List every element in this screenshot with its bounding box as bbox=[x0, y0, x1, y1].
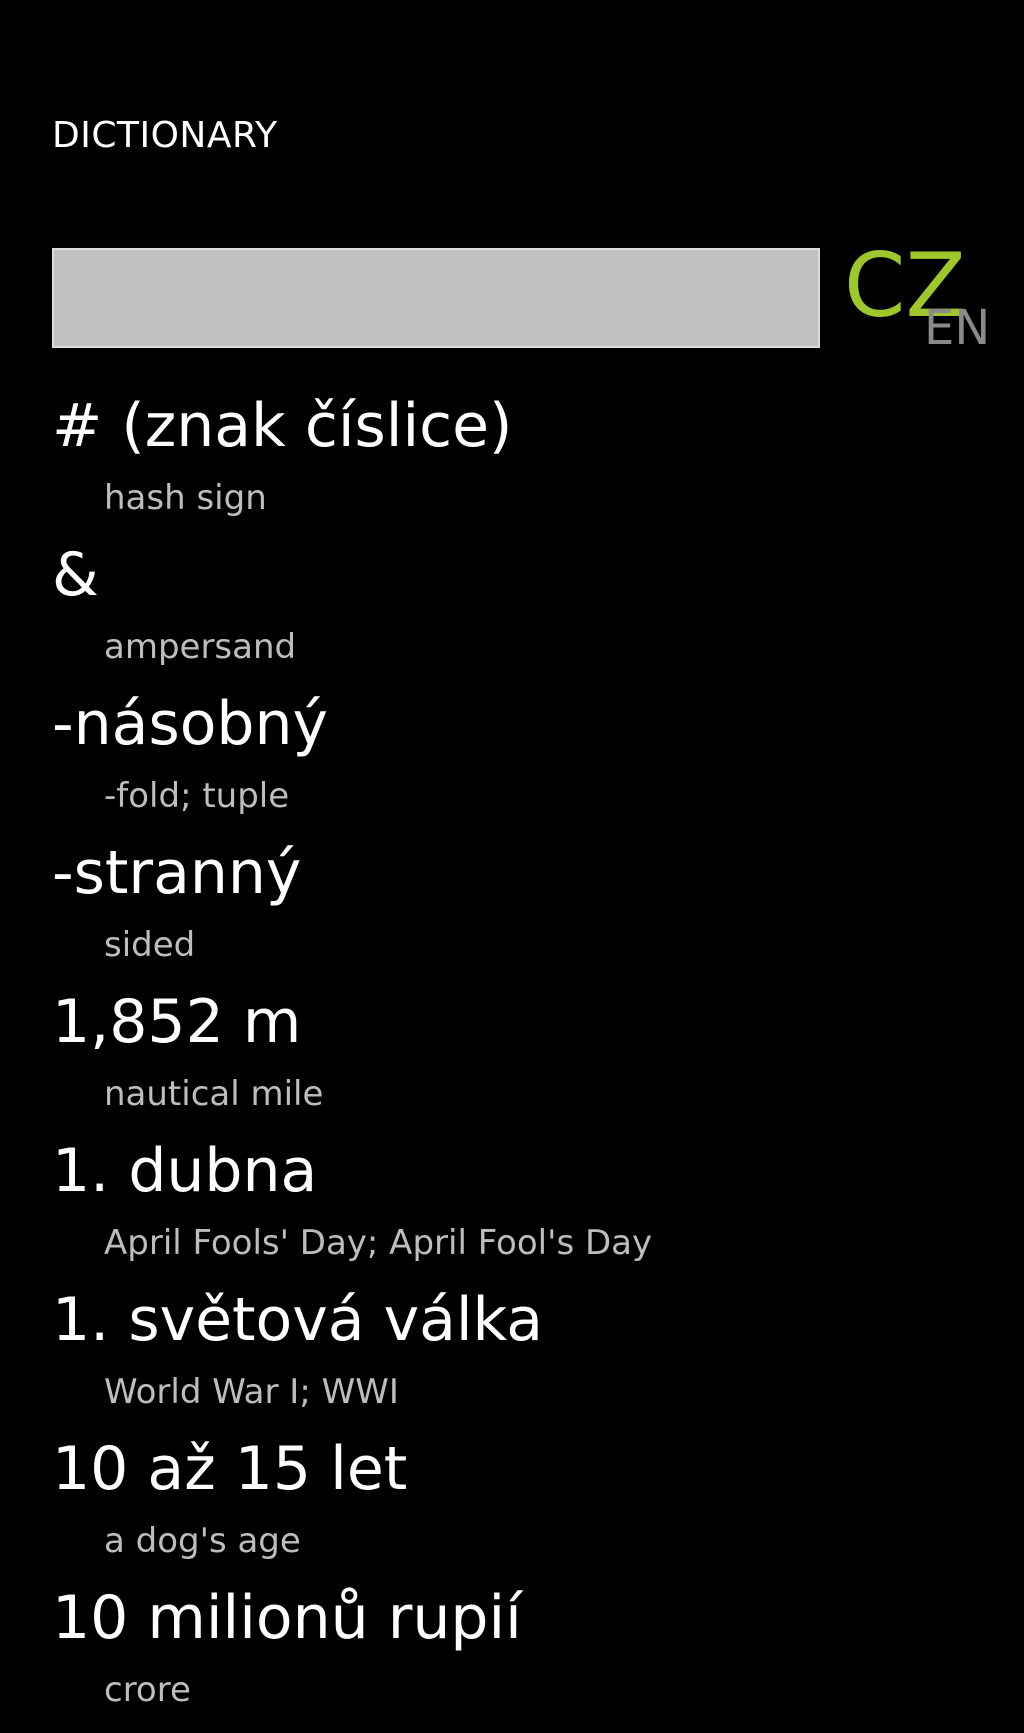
entry-translation: April Fools' Day; April Fool's Day bbox=[104, 1223, 653, 1263]
result-item[interactable]: 1. světová válka World War I; WWI bbox=[52, 1286, 992, 1435]
target-language-label: EN bbox=[924, 300, 991, 356]
result-item[interactable]: 10 až 15 let a dog's age bbox=[52, 1435, 992, 1584]
search-row: CZ EN bbox=[52, 242, 990, 352]
result-item[interactable]: 10 milionů rupií crore bbox=[52, 1584, 992, 1733]
results-list: # (znak číslice) hash sign & ampersand -… bbox=[52, 392, 992, 1733]
result-item[interactable]: # (znak číslice) hash sign bbox=[52, 392, 992, 541]
entry-translation: nautical mile bbox=[104, 1074, 324, 1114]
result-item[interactable]: -stranný sided bbox=[52, 839, 992, 988]
entry-term: 1,852 m bbox=[52, 987, 302, 1057]
entry-term: & bbox=[52, 540, 99, 610]
entry-term: -násobný bbox=[52, 689, 329, 759]
entry-translation: hash sign bbox=[104, 478, 267, 518]
entry-translation: sided bbox=[104, 925, 196, 965]
entry-term: # (znak číslice) bbox=[52, 391, 513, 461]
entry-term: 1. dubna bbox=[52, 1136, 318, 1206]
language-toggle[interactable]: CZ EN bbox=[844, 242, 994, 362]
result-item[interactable]: 1. dubna April Fools' Day; April Fool's … bbox=[52, 1137, 992, 1286]
result-item[interactable]: -násobný -fold; tuple bbox=[52, 690, 992, 839]
result-item[interactable]: 1,852 m nautical mile bbox=[52, 988, 992, 1137]
entry-term: -stranný bbox=[52, 838, 302, 908]
result-item[interactable]: & ampersand bbox=[52, 541, 992, 690]
entry-term: 1. světová válka bbox=[52, 1285, 543, 1355]
entry-translation: crore bbox=[104, 1670, 191, 1710]
entry-term: 10 až 15 let bbox=[52, 1434, 408, 1504]
entry-translation: World War I; WWI bbox=[104, 1372, 399, 1412]
entry-translation: -fold; tuple bbox=[104, 776, 290, 816]
app-title: DICTIONARY bbox=[52, 115, 278, 156]
search-input[interactable] bbox=[52, 248, 820, 348]
entry-term: 10 milionů rupií bbox=[52, 1583, 522, 1653]
entry-translation: ampersand bbox=[104, 627, 297, 667]
entry-translation: a dog's age bbox=[104, 1521, 301, 1561]
